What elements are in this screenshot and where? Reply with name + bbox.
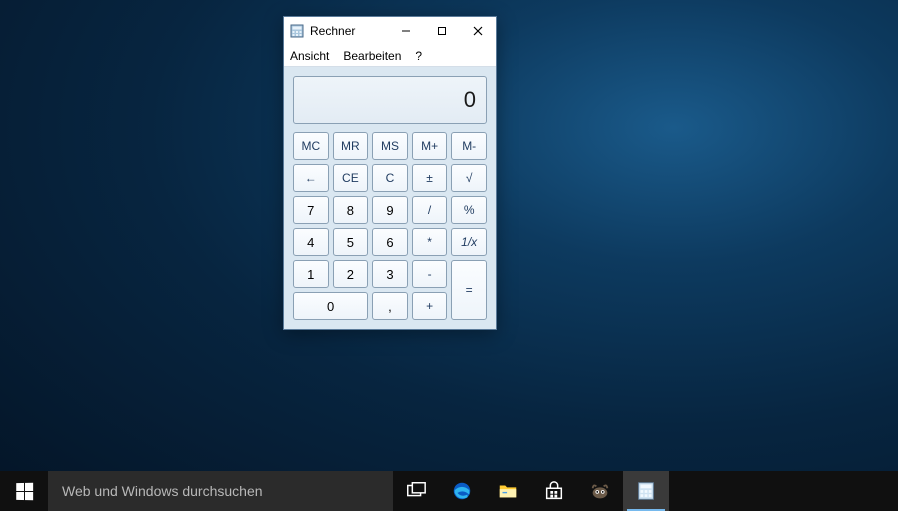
key-mc[interactable]: MC bbox=[293, 132, 329, 160]
search-input[interactable]: Web und Windows durchsuchen bbox=[48, 471, 393, 511]
task-view-button[interactable] bbox=[393, 471, 439, 511]
maximize-button[interactable] bbox=[424, 17, 460, 45]
key-backspace[interactable]: ← bbox=[293, 164, 329, 192]
key-percent[interactable]: % bbox=[451, 196, 487, 224]
menu-edit[interactable]: Bearbeiten bbox=[343, 49, 401, 63]
key-equals[interactable]: = bbox=[451, 260, 487, 320]
key-0[interactable]: 0 bbox=[293, 292, 368, 320]
key-c[interactable]: C bbox=[372, 164, 408, 192]
search-placeholder: Web und Windows durchsuchen bbox=[62, 483, 263, 499]
keypad: MC MR MS M+ M- ← CE C ± √ 7 8 9 / % 4 5 … bbox=[293, 132, 487, 320]
taskbar-edge[interactable] bbox=[439, 471, 485, 511]
key-2[interactable]: 2 bbox=[333, 260, 369, 288]
key-5[interactable]: 5 bbox=[333, 228, 369, 256]
taskbar: Web und Windows durchsuchen bbox=[0, 471, 898, 511]
key-4[interactable]: 4 bbox=[293, 228, 329, 256]
desktop: Rechner Ansicht Bearbeiten ? 0 MC MR bbox=[0, 0, 898, 511]
key-6[interactable]: 6 bbox=[372, 228, 408, 256]
menubar: Ansicht Bearbeiten ? bbox=[284, 45, 496, 67]
key-divide[interactable]: / bbox=[412, 196, 448, 224]
close-button[interactable] bbox=[460, 17, 496, 45]
display: 0 bbox=[293, 76, 487, 124]
key-multiply[interactable]: * bbox=[412, 228, 448, 256]
calculator-icon bbox=[290, 24, 304, 38]
key-subtract[interactable]: - bbox=[412, 260, 448, 288]
calculator-body: 0 MC MR MS M+ M- ← CE C ± √ 7 8 9 / % 4 … bbox=[284, 67, 496, 329]
titlebar[interactable]: Rechner bbox=[284, 17, 496, 45]
key-ce[interactable]: CE bbox=[333, 164, 369, 192]
key-mminus[interactable]: M- bbox=[451, 132, 487, 160]
windows-icon bbox=[16, 482, 33, 499]
minimize-button[interactable] bbox=[388, 17, 424, 45]
key-1[interactable]: 1 bbox=[293, 260, 329, 288]
key-sqrt[interactable]: √ bbox=[451, 164, 487, 192]
key-3[interactable]: 3 bbox=[372, 260, 408, 288]
calculator-window: Rechner Ansicht Bearbeiten ? 0 MC MR bbox=[283, 16, 497, 330]
taskbar-gimp[interactable] bbox=[577, 471, 623, 511]
key-reciprocal[interactable]: 1/x bbox=[451, 228, 487, 256]
key-reciprocal-label: 1/x bbox=[461, 235, 477, 249]
task-area bbox=[393, 471, 898, 511]
start-button[interactable] bbox=[0, 471, 48, 511]
key-negate[interactable]: ± bbox=[412, 164, 448, 192]
taskbar-file-explorer[interactable] bbox=[485, 471, 531, 511]
display-value: 0 bbox=[464, 87, 476, 113]
key-add[interactable]: + bbox=[412, 292, 448, 320]
key-mr[interactable]: MR bbox=[333, 132, 369, 160]
menu-view[interactable]: Ansicht bbox=[290, 49, 329, 63]
key-ms[interactable]: MS bbox=[372, 132, 408, 160]
taskbar-calculator[interactable] bbox=[623, 471, 669, 511]
key-9[interactable]: 9 bbox=[372, 196, 408, 224]
window-title: Rechner bbox=[310, 24, 388, 38]
key-mplus[interactable]: M+ bbox=[412, 132, 448, 160]
key-7[interactable]: 7 bbox=[293, 196, 329, 224]
key-8[interactable]: 8 bbox=[333, 196, 369, 224]
key-decimal[interactable]: , bbox=[372, 292, 408, 320]
menu-help[interactable]: ? bbox=[415, 49, 422, 63]
taskbar-store[interactable] bbox=[531, 471, 577, 511]
